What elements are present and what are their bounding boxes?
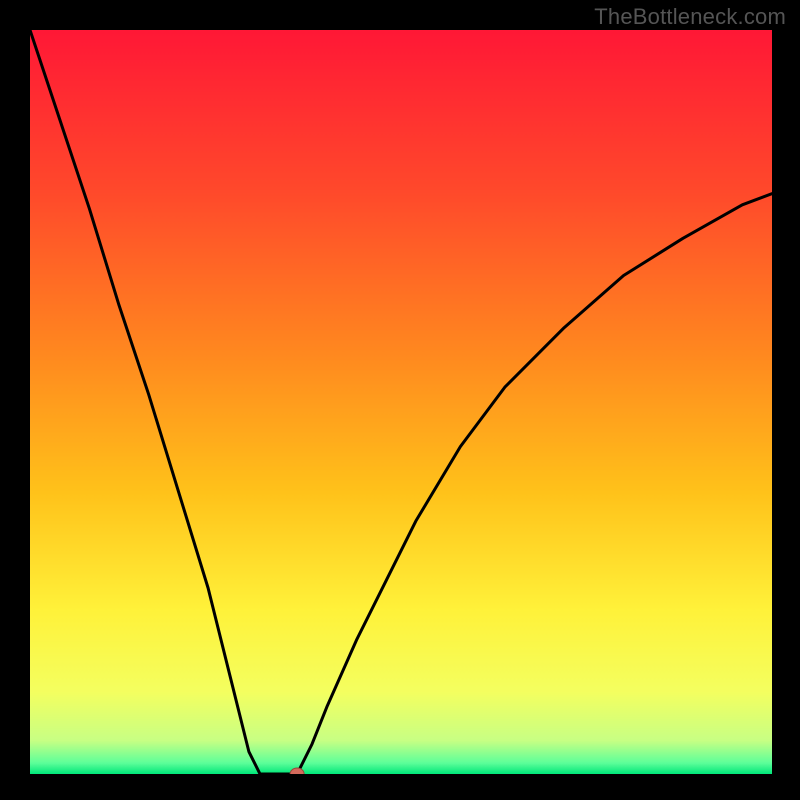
bottleneck-curve [30, 30, 772, 774]
chart-frame: TheBottleneck.com [0, 0, 800, 800]
plot-area [30, 30, 772, 774]
watermark-text: TheBottleneck.com [594, 4, 786, 30]
optimal-point-marker [290, 768, 304, 774]
curve-svg [30, 30, 772, 774]
